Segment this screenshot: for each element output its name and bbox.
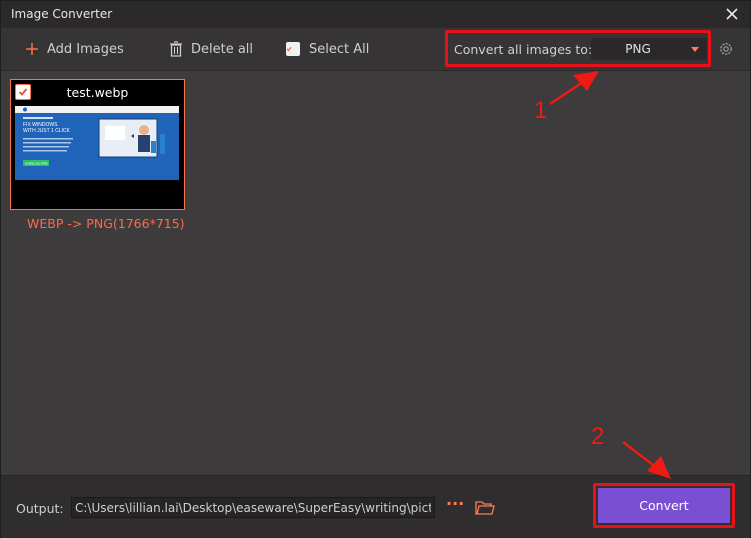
- format-value: PNG: [625, 42, 651, 56]
- image-thumbnail-card[interactable]: test.webp FIX WINDOWS WITH JUST 1 CLICK …: [10, 79, 185, 210]
- convert-all-label: Convert all images to:: [454, 42, 593, 57]
- chevron-down-icon: [691, 47, 699, 52]
- preview-headline-2: WITH JUST 1 CLICK: [23, 128, 71, 134]
- close-button[interactable]: [722, 4, 742, 24]
- select-all-checkbox[interactable]: Select All: [286, 39, 369, 59]
- settings-button[interactable]: [717, 40, 735, 58]
- checkbox-icon: [286, 42, 300, 56]
- window-title: Image Converter: [11, 7, 113, 21]
- output-path-field[interactable]: [71, 497, 435, 518]
- delete-all-label: Delete all: [191, 41, 254, 57]
- output-format-dropdown[interactable]: PNG: [591, 38, 707, 60]
- plus-icon: [26, 43, 38, 55]
- gear-icon: [720, 43, 732, 55]
- conversion-info: WEBP -> PNG(1766*715): [27, 216, 185, 231]
- step-2-label: 2: [591, 423, 605, 450]
- add-images-label: Add Images: [47, 41, 124, 57]
- close-icon: [726, 8, 738, 20]
- open-folder-button[interactable]: [475, 500, 495, 516]
- browse-more-button[interactable]: ···: [446, 494, 465, 517]
- preview-download-button: DOWNLOAD FREE: [25, 162, 48, 166]
- toolbar: Add Images Delete all Select All Convert…: [1, 28, 750, 71]
- output-label: Output:: [16, 501, 64, 516]
- ellipsis-icon: ···: [446, 494, 465, 513]
- folder-icon: [475, 501, 495, 515]
- trash-icon: [170, 41, 182, 57]
- image-filename: test.webp: [66, 85, 129, 100]
- delete-all-button[interactable]: Delete all: [169, 39, 253, 59]
- image-converter-window: Image Converter Add Images Delete all Se…: [0, 0, 751, 538]
- image-preview: FIX WINDOWS WITH JUST 1 CLICK DOWNLOAD F…: [15, 106, 179, 180]
- step-1-label: 1: [534, 97, 548, 124]
- convert-button[interactable]: Convert: [598, 488, 730, 523]
- select-all-label: Select All: [309, 41, 370, 57]
- title-bar: Image Converter: [1, 1, 750, 28]
- add-images-button[interactable]: Add Images: [25, 39, 124, 59]
